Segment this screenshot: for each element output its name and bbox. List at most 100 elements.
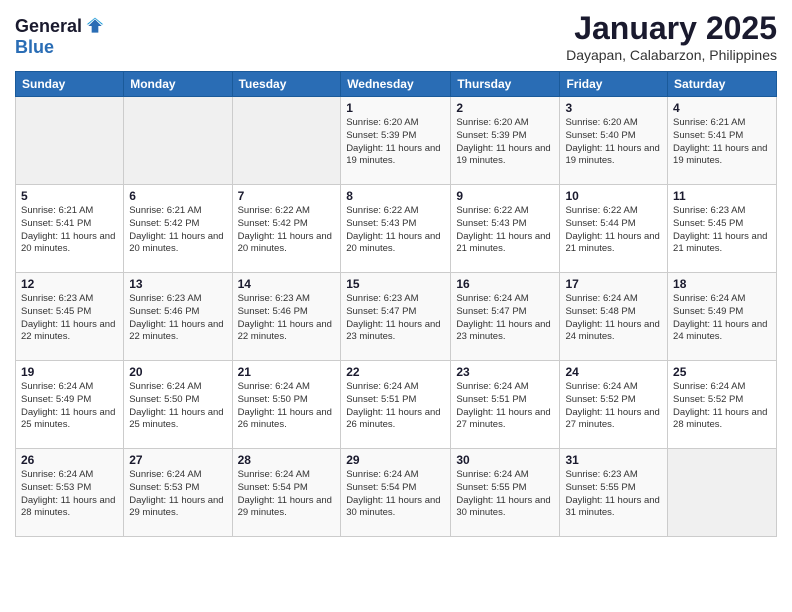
table-row: 23 Sunrise: 6:24 AMSunset: 5:51 PMDayligh… [451,361,560,449]
day-number: 11 [673,189,771,203]
day-number: 6 [129,189,226,203]
day-number: 12 [21,277,118,291]
day-number: 2 [456,101,554,115]
calendar-week-row: 19 Sunrise: 6:24 AMSunset: 5:49 PMDayligh… [16,361,777,449]
day-number: 9 [456,189,554,203]
table-row: 14 Sunrise: 6:23 AMSunset: 5:46 PMDayligh… [232,273,341,361]
table-row: 27Sunrise: 6:24 AMSunset: 5:53 PMDayligh… [124,449,232,537]
col-sunday: Sunday [16,72,124,97]
col-saturday: Saturday [668,72,777,97]
table-row: 1 Sunrise: 6:20 AMSunset: 5:39 PMDaylight… [341,97,451,185]
table-row: 12 Sunrise: 6:23 AMSunset: 5:45 PMDayligh… [16,273,124,361]
day-number: 17 [565,277,662,291]
day-info: Sunrise: 6:23 AMSunset: 5:46 PMDaylight:… [238,293,336,344]
day-info: Sunrise: 6:24 AMSunset: 5:48 PMDaylight:… [565,293,662,344]
table-row: 15 Sunrise: 6:23 AMSunset: 5:47 PMDayligh… [341,273,451,361]
day-info: Sunrise: 6:20 AMSunset: 5:39 PMDaylight:… [456,117,554,168]
day-number: 18 [673,277,771,291]
day-number: 29 [346,453,445,467]
day-info: Sunrise: 6:24 AMSunset: 5:49 PMDaylight:… [21,381,118,432]
table-row: 25 Sunrise: 6:24 AMSunset: 5:52 PMDayligh… [668,361,777,449]
day-info: Sunrise: 6:24 AMSunset: 5:55 PMDaylight:… [456,469,554,520]
day-info: Sunrise: 6:21 AMSunset: 5:41 PMDaylight:… [673,117,771,168]
logo-blue: Blue [15,38,105,58]
day-number: 3 [565,101,662,115]
location: Dayapan, Calabarzon, Philippines [566,47,777,63]
table-row: 22 Sunrise: 6:24 AMSunset: 5:51 PMDayligh… [341,361,451,449]
day-number: 14 [238,277,336,291]
day-number: 22 [346,365,445,379]
day-number: 28 [238,453,336,467]
logo-text: General Blue [15,16,105,58]
day-number: 19 [21,365,118,379]
day-number: 30 [456,453,554,467]
table-row: 19 Sunrise: 6:24 AMSunset: 5:49 PMDayligh… [16,361,124,449]
table-row: 3Sunrise: 6:20 AMSunset: 5:40 PMDaylight… [560,97,668,185]
day-info: Sunrise: 6:22 AMSunset: 5:42 PMDaylight:… [238,205,336,256]
table-row: 9 Sunrise: 6:22 AMSunset: 5:43 PMDaylight… [451,185,560,273]
title-section: January 2025 Dayapan, Calabarzon, Philip… [566,10,777,63]
day-number: 26 [21,453,118,467]
day-info: Sunrise: 6:23 AMSunset: 5:47 PMDaylight:… [346,293,445,344]
day-info: Sunrise: 6:22 AMSunset: 5:44 PMDaylight:… [565,205,662,256]
day-number: 25 [673,365,771,379]
logo-general: General [15,17,82,37]
calendar-week-row: 1 Sunrise: 6:20 AMSunset: 5:39 PMDaylight… [16,97,777,185]
table-row: 13 Sunrise: 6:23 AMSunset: 5:46 PMDayligh… [124,273,232,361]
day-info: Sunrise: 6:24 AMSunset: 5:52 PMDaylight:… [673,381,771,432]
day-info: Sunrise: 6:24 AMSunset: 5:49 PMDaylight:… [673,293,771,344]
table-row: 17 Sunrise: 6:24 AMSunset: 5:48 PMDayligh… [560,273,668,361]
day-info: Sunrise: 6:22 AMSunset: 5:43 PMDaylight:… [346,205,445,256]
calendar-week-row: 12 Sunrise: 6:23 AMSunset: 5:45 PMDayligh… [16,273,777,361]
table-row: 29 Sunrise: 6:24 AMSunset: 5:54 PMDayligh… [341,449,451,537]
day-number: 15 [346,277,445,291]
table-row: 30 Sunrise: 6:24 AMSunset: 5:55 PMDayligh… [451,449,560,537]
table-row: 28 Sunrise: 6:24 AMSunset: 5:54 PMDayligh… [232,449,341,537]
table-row [668,449,777,537]
col-thursday: Thursday [451,72,560,97]
table-row [232,97,341,185]
table-row: 18 Sunrise: 6:24 AMSunset: 5:49 PMDayligh… [668,273,777,361]
day-number: 31 [565,453,662,467]
day-info: Sunrise: 6:24 AMSunset: 5:50 PMDaylight:… [129,381,226,432]
calendar-week-row: 5 Sunrise: 6:21 AMSunset: 5:41 PMDaylight… [16,185,777,273]
day-number: 5 [21,189,118,203]
col-wednesday: Wednesday [341,72,451,97]
day-number: 4 [673,101,771,115]
day-number: 8 [346,189,445,203]
day-number: 24 [565,365,662,379]
page: General Blue January 2025 Dayapan, Calab… [0,0,792,612]
day-number: 27 [129,453,226,467]
day-info: Sunrise: 6:23 AMSunset: 5:46 PMDaylight:… [129,293,226,344]
day-info: Sunrise: 6:24 AMSunset: 5:53 PMDaylight:… [21,469,118,520]
day-number: 1 [346,101,445,115]
day-info: Sunrise: 6:24 AMSunset: 5:54 PMDaylight:… [238,469,336,520]
day-info: Sunrise: 6:20 AMSunset: 5:39 PMDaylight:… [346,117,445,168]
day-info: Sunrise: 6:23 AMSunset: 5:55 PMDaylight:… [565,469,662,520]
day-info: Sunrise: 6:24 AMSunset: 5:51 PMDaylight:… [346,381,445,432]
day-number: 21 [238,365,336,379]
table-row: 5 Sunrise: 6:21 AMSunset: 5:41 PMDaylight… [16,185,124,273]
table-row: 6 Sunrise: 6:21 AMSunset: 5:42 PMDaylight… [124,185,232,273]
day-info: Sunrise: 6:21 AMSunset: 5:41 PMDaylight:… [21,205,118,256]
day-info: Sunrise: 6:24 AMSunset: 5:51 PMDaylight:… [456,381,554,432]
day-number: 23 [456,365,554,379]
table-row [16,97,124,185]
table-row: 11 Sunrise: 6:23 AMSunset: 5:45 PMDayligh… [668,185,777,273]
day-info: Sunrise: 6:24 AMSunset: 5:54 PMDaylight:… [346,469,445,520]
day-info: Sunrise: 6:23 AMSunset: 5:45 PMDaylight:… [673,205,771,256]
day-number: 10 [565,189,662,203]
logo: General Blue [15,16,105,58]
table-row: 20Sunrise: 6:24 AMSunset: 5:50 PMDayligh… [124,361,232,449]
day-info: Sunrise: 6:23 AMSunset: 5:45 PMDaylight:… [21,293,118,344]
table-row: 31 Sunrise: 6:23 AMSunset: 5:55 PMDayligh… [560,449,668,537]
day-number: 16 [456,277,554,291]
day-info: Sunrise: 6:22 AMSunset: 5:43 PMDaylight:… [456,205,554,256]
day-info: Sunrise: 6:21 AMSunset: 5:42 PMDaylight:… [129,205,226,256]
calendar-header-row: Sunday Monday Tuesday Wednesday Thursday… [16,72,777,97]
table-row: 2 Sunrise: 6:20 AMSunset: 5:39 PMDaylight… [451,97,560,185]
calendar-week-row: 26 Sunrise: 6:24 AMSunset: 5:53 PMDayligh… [16,449,777,537]
day-info: Sunrise: 6:24 AMSunset: 5:50 PMDaylight:… [238,381,336,432]
day-number: 13 [129,277,226,291]
calendar: Sunday Monday Tuesday Wednesday Thursday… [15,71,777,537]
